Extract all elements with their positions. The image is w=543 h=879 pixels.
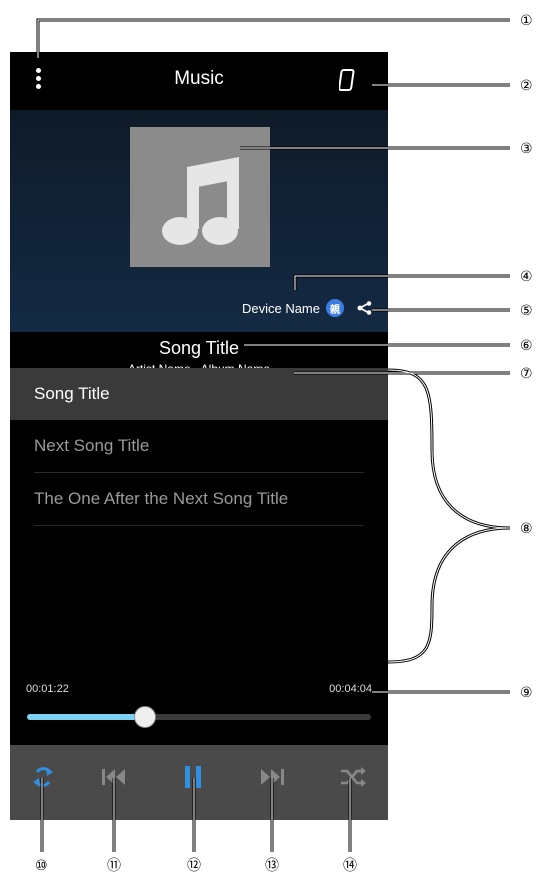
callout-12: ⑫ bbox=[187, 858, 201, 874]
callout-8: ⑧ bbox=[520, 521, 533, 537]
callout-1: ① bbox=[520, 13, 533, 29]
callout-10: ⑩ bbox=[35, 858, 48, 874]
callout-2: ② bbox=[520, 78, 533, 94]
callout-14: ⑭ bbox=[343, 858, 357, 874]
callout-9: ⑨ bbox=[520, 685, 533, 701]
callout-5: ⑤ bbox=[520, 303, 533, 319]
callout-7: ⑦ bbox=[520, 366, 533, 382]
callout-13: ⑬ bbox=[265, 858, 279, 874]
callout-6: ⑥ bbox=[520, 338, 533, 354]
callout-4: ④ bbox=[520, 269, 533, 285]
callout-3: ③ bbox=[520, 141, 533, 157]
annotation-overlay: ① ② ③ ④ ⑤ ⑥ ⑦ ⑧ ⑨ ⑩ ⑪ ⑫ ⑬ ⑭ bbox=[35, 13, 533, 874]
callout-11: ⑪ bbox=[107, 858, 121, 874]
